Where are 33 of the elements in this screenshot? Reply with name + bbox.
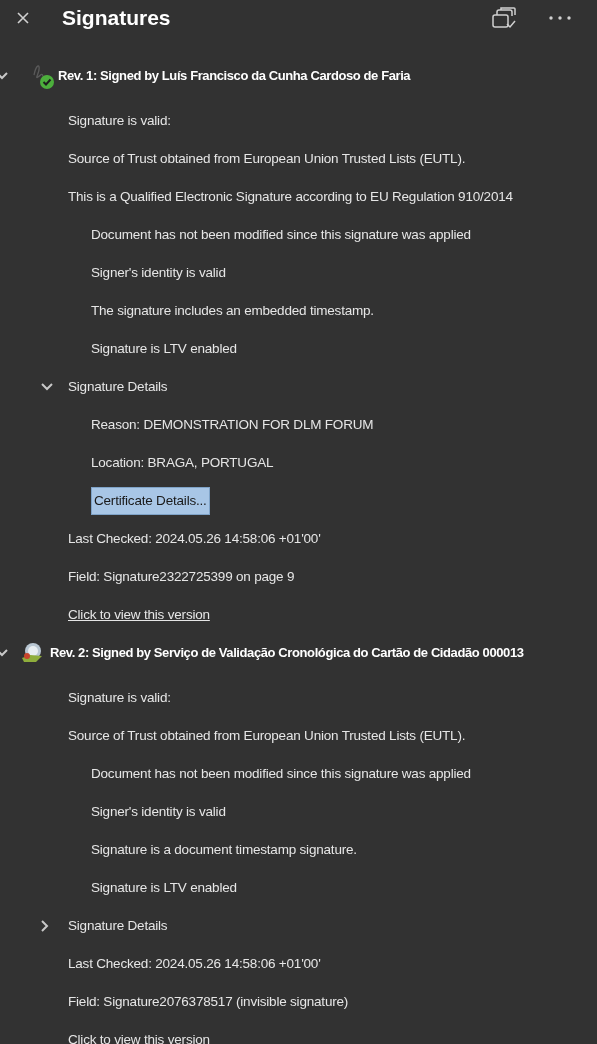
status-text: Signature is valid: <box>68 111 171 130</box>
timestamp-signature-icon <box>20 642 44 664</box>
status-text: The signature includes an embedded timestamp. <box>91 301 374 320</box>
status-text: Reason: DEMONSTRATION FOR DLM FORUM <box>91 415 374 434</box>
section-header[interactable]: Signature Details <box>68 376 168 398</box>
signature-title[interactable]: Rev. 1: Signed by Luís Francisco da Cunha Cardoso de Faria <box>58 66 411 86</box>
panel-title: Signatures <box>62 5 171 32</box>
signature-title[interactable]: Rev. 2: Signed by Serviço de Validação Cronológica do Cartão de Cidadão 000013 <box>50 643 524 663</box>
status-text: Signature is LTV enabled <box>91 878 237 897</box>
chevron-right-icon[interactable] <box>40 919 50 933</box>
status-text: Signature is a document timestamp signature. <box>91 840 357 859</box>
status-text: Field: Signature2322725399 on page 9 <box>68 567 295 586</box>
status-text: Last Checked: 2024.05.26 14:58:06 +01'00' <box>68 529 321 548</box>
status-text: Location: BRAGA, PORTUGAL <box>91 453 274 472</box>
stacked-windows-check-icon <box>491 6 517 30</box>
status-text: Signature is LTV enabled <box>91 339 237 358</box>
status-text: Document has not been modified since this signature was applied <box>91 764 471 783</box>
status-text: Field: Signature2076378517 (invisible signature) <box>68 992 349 1011</box>
status-text: Signer's identity is valid <box>91 802 226 821</box>
more-icon <box>549 16 571 20</box>
section-header[interactable]: Signature Details <box>68 915 168 937</box>
status-text: Signer's identity is valid <box>91 263 226 282</box>
status-text: This is a Qualified Electronic Signature according to EU Regulation 910/2014 <box>68 187 513 206</box>
status-text: Document has not been modified since this signature was applied <box>91 225 471 244</box>
status-text: Signature is valid: <box>68 688 171 707</box>
chevron-down-icon[interactable] <box>40 382 54 392</box>
view-version-link[interactable]: Click to view this version <box>68 604 210 626</box>
view-version-link[interactable]: Click to view this version <box>68 1029 210 1044</box>
close-icon <box>17 12 29 24</box>
status-text: Last Checked: 2024.05.26 14:58:06 +01'00' <box>68 954 321 973</box>
status-text: Source of Trust obtained from European Union Trusted Lists (EUTL). <box>68 149 466 168</box>
certificate-details-button[interactable]: Certificate Details... <box>91 486 210 516</box>
status-text: Source of Trust obtained from European Union Trusted Lists (EUTL). <box>68 726 466 745</box>
